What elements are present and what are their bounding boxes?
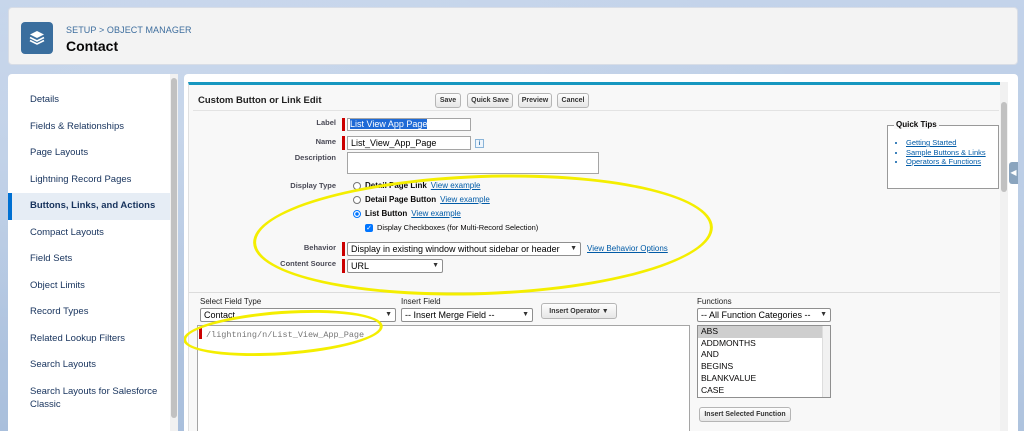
info-icon[interactable]: i [475,139,484,148]
main-scroll-thumb[interactable] [1001,102,1007,192]
sidebar-item-page-layouts[interactable]: Page Layouts [8,140,176,167]
function-option[interactable]: BLANKVALUE [698,373,830,385]
sidebar-item-search-layouts[interactable]: Search Layouts [8,352,176,379]
insert-operator-button[interactable]: Insert Operator ▼ [541,303,617,319]
panel-title: Custom Button or Link Edit [198,95,322,106]
chevron-down-icon: ▼ [385,311,392,318]
chevron-down-icon: ▼ [601,307,609,315]
label-input[interactable]: List View App Page [347,118,471,131]
preview-button[interactable]: Preview [518,93,552,108]
function-option[interactable]: CASE [698,385,830,397]
insert-field-label: Insert Field [401,297,441,306]
page-title: Contact [66,38,119,54]
function-category-value: -- All Function Categories -- [701,310,811,320]
function-option[interactable]: ABS [698,326,830,338]
breadcrumb[interactable]: SETUP > OBJECT MANAGER [66,25,192,35]
quick-tips-box: Quick Tips Getting Started Sample Button… [887,120,999,189]
quick-tip-getting-started[interactable]: Getting Started [906,138,986,148]
quick-save-button[interactable]: Quick Save [467,93,513,108]
sidebar-item-field-sets[interactable]: Field Sets [8,246,176,273]
main-content: Custom Button or Link Edit Save Quick Sa… [184,74,1018,431]
save-button[interactable]: Save [435,93,461,108]
collapse-panel-tab[interactable]: ◀ [1009,162,1018,184]
cancel-button[interactable]: Cancel [557,93,589,108]
quick-tips-title: Quick Tips [894,120,939,129]
edit-panel: Custom Button or Link Edit Save Quick Sa… [184,82,1001,431]
required-marker [342,118,345,131]
insert-field-select[interactable]: -- Insert Merge Field -- ▼ [401,308,533,322]
functions-scrollbar[interactable] [822,326,830,397]
required-marker [342,136,345,150]
chevron-down-icon: ▼ [820,311,827,318]
sidebar-item-details[interactable]: Details [8,87,176,114]
functions-label: Functions [697,297,732,306]
main-scrollbar[interactable] [1000,82,1008,431]
label-input-value: List View App Page [350,119,428,129]
sidebar-item-object-limits[interactable]: Object Limits [8,273,176,300]
sidebar-item-compact-layouts[interactable]: Compact Layouts [8,220,176,247]
label-field-label: Label [316,118,336,127]
description-label: Description [294,153,336,162]
insert-selected-function-button[interactable]: Insert Selected Function [699,407,791,422]
name-field-label: Name [315,137,336,146]
sidebar-item-fields-relationships[interactable]: Fields & Relationships [8,114,176,141]
function-category-select[interactable]: -- All Function Categories -- ▼ [697,308,831,322]
sidebar-scrollbar[interactable] [170,74,178,431]
sidebar-item-search-layouts-classic[interactable]: Search Layouts for Salesforce Classic [8,379,176,419]
object-header: SETUP > OBJECT MANAGER Contact [8,7,1018,65]
sidebar-item-buttons-links-actions[interactable]: Buttons, Links, and Actions [8,193,176,220]
name-input[interactable]: List_View_App_Page [347,136,471,150]
quick-tip-operators-functions[interactable]: Operators & Functions [906,157,986,167]
section-divider [189,292,1001,293]
sidebar-item-related-lookup-filters[interactable]: Related Lookup Filters [8,326,176,353]
insert-operator-label: Insert Operator [549,307,600,315]
display-type-label: Display Type [290,181,336,190]
function-option[interactable]: AND [698,349,830,361]
select-field-type-label: Select Field Type [200,297,262,306]
layers-icon [21,22,53,54]
functions-list[interactable]: ABS ADDMONTHS AND BEGINS BLANKVALUE CASE [697,325,831,398]
function-option[interactable]: BEGINS [698,361,830,373]
sidebar: Details Fields & Relationships Page Layo… [8,74,176,431]
function-option[interactable]: ADDMONTHS [698,338,830,350]
quick-tip-sample-buttons[interactable]: Sample Buttons & Links [906,148,986,158]
insert-field-value: -- Insert Merge Field -- [405,310,495,320]
description-textarea[interactable] [347,152,599,174]
chevron-down-icon: ▼ [522,311,529,318]
panel-header: Custom Button or Link Edit Save Quick Sa… [193,89,999,111]
sidebar-item-record-types[interactable]: Record Types [8,299,176,326]
sidebar-item-lightning-record-pages[interactable]: Lightning Record Pages [8,167,176,194]
sidebar-scroll-thumb[interactable] [171,78,177,418]
